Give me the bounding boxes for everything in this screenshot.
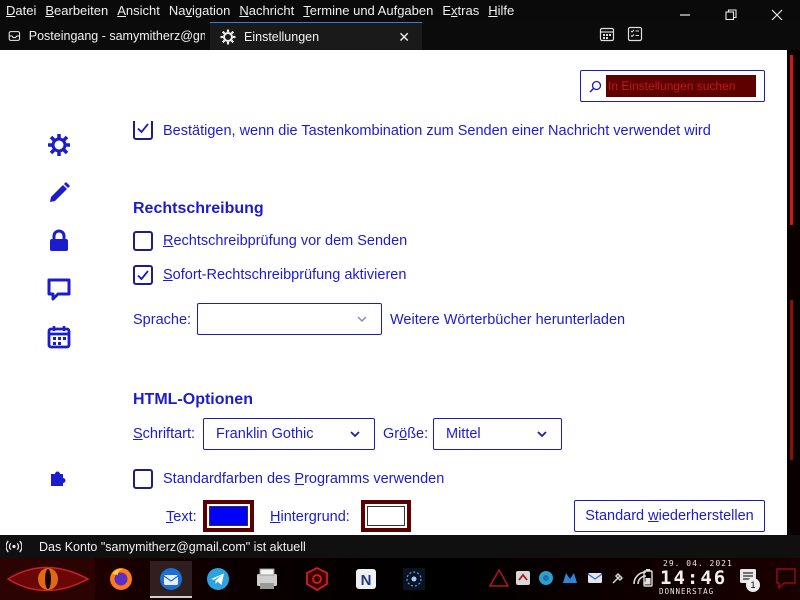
gear-icon[interactable]: [46, 132, 72, 158]
search-icon: [589, 80, 602, 93]
tab-settings[interactable]: Einstellungen ✕: [210, 22, 422, 50]
tab-close-button[interactable]: ✕: [398, 29, 410, 46]
menu-nachricht[interactable]: Nachricht: [233, 3, 297, 18]
broadcast-icon: [6, 540, 22, 553]
font-label: Schriftart:: [133, 426, 196, 442]
scrollbar-thumb[interactable]: [790, 55, 793, 225]
tab-bar: Posteingang - samymitherz@gmail.com Eins…: [0, 20, 800, 50]
text-color-picker[interactable]: [203, 500, 254, 532]
settings-search[interactable]: In Einstellungen suchen: [580, 70, 765, 102]
netbeans-icon[interactable]: N: [352, 565, 380, 593]
chat-icon[interactable]: [46, 276, 72, 302]
background-color-picker[interactable]: [361, 500, 411, 532]
tab-settings-label: Einstellungen: [244, 29, 320, 44]
spellcheck-before-send-label[interactable]: Rechtschreibprüfung vor dem Senden: [163, 233, 407, 249]
checkmark-icon: [137, 123, 149, 134]
checkmark-icon: [137, 270, 149, 281]
scrollbar[interactable]: [787, 50, 800, 535]
text-color-swatch: [209, 506, 248, 526]
menu-datei[interactable]: Datei: [0, 3, 39, 18]
pencil-icon[interactable]: [46, 180, 72, 206]
status-text: Das Konto "samymitherz@gmail.com" ist ak…: [39, 540, 306, 554]
background-color-label: Hintergrund:: [270, 509, 350, 525]
malwarebytes-icon[interactable]: [562, 570, 578, 586]
restore-defaults-button[interactable]: Standard wiederherstellen: [574, 500, 765, 532]
puzzle-icon[interactable]: [48, 468, 68, 488]
firefox-icon[interactable]: [107, 565, 135, 593]
inbox-icon: [8, 31, 21, 41]
edge-icon[interactable]: [538, 570, 554, 586]
battery-icon[interactable]: [642, 568, 654, 588]
chevron-down-icon: [350, 431, 360, 438]
language-select[interactable]: [197, 303, 382, 335]
scrollbar-track-accent: [790, 300, 793, 460]
size-select-value: Mittel: [446, 426, 481, 442]
instant-spellcheck-label[interactable]: Sofort-Rechtschreibprüfung aktivieren: [163, 267, 406, 283]
lock-icon[interactable]: [46, 228, 72, 254]
app-window: Datei Bearbeiten Ansicht Navigation Nach…: [0, 0, 800, 600]
section-heading-spelling: Rechtschreibung: [133, 200, 264, 217]
section-heading-html: HTML-Optionen: [133, 391, 253, 408]
warning-triangle-icon[interactable]: [489, 569, 509, 587]
calendar-icon[interactable]: [46, 324, 72, 350]
background-color-swatch: [367, 506, 405, 526]
scanner-icon[interactable]: [253, 565, 281, 593]
tab-inbox-label: Posteingang - samymitherz@gmail.com: [28, 29, 205, 43]
tab-inbox[interactable]: Posteingang - samymitherz@gmail.com: [0, 22, 205, 50]
chevron-down-icon: [537, 431, 547, 438]
notification-badge: 1: [746, 578, 760, 592]
menu-bearbeiten[interactable]: Bearbeiten: [39, 3, 111, 18]
vpn-shield-icon[interactable]: [303, 565, 331, 593]
menu-navigation[interactable]: Navigation: [163, 3, 233, 18]
text-color-label: Text:: [166, 509, 197, 525]
sync-icon[interactable]: [515, 570, 531, 586]
clock-weekday: DONNERSTAG: [659, 587, 715, 596]
telegram-icon[interactable]: [204, 565, 232, 593]
tasks-tab-icon[interactable]: [627, 26, 643, 42]
font-select[interactable]: Franklin Gothic: [203, 418, 375, 450]
status-bar: Das Konto "samymitherz@gmail.com" ist ak…: [0, 535, 800, 558]
more-dictionaries-link[interactable]: Weitere Wörterbücher herunterladen: [390, 312, 625, 328]
taskbar: N 29. 04. 2021 14:46 DONNERSTAG 1: [0, 558, 800, 600]
instant-spellcheck-checkbox[interactable]: [133, 265, 153, 285]
default-colors-label[interactable]: Standardfarben des Programms verwenden: [163, 471, 444, 487]
usb-icon[interactable]: [610, 570, 626, 586]
language-label: Sprache:: [133, 312, 192, 328]
confirm-send-shortcut-checkbox[interactable]: [133, 118, 153, 140]
calendar-tab-icon[interactable]: [599, 26, 615, 42]
menu-extras[interactable]: Extras: [436, 3, 482, 18]
mail-tray-icon[interactable]: [587, 570, 603, 586]
menu-ansicht[interactable]: Ansicht: [111, 3, 163, 18]
settings-content: In Einstellungen suchen Bestätigen, wenn…: [0, 50, 787, 535]
size-select[interactable]: Mittel: [433, 418, 562, 450]
svg-text:N: N: [361, 572, 372, 589]
confirm-send-shortcut-label: Bestätigen, wenn die Tastenkombination z…: [163, 123, 711, 139]
thunderbird-icon[interactable]: [157, 565, 185, 593]
default-colors-checkbox[interactable]: [133, 469, 153, 489]
font-select-value: Franklin Gothic: [216, 426, 314, 442]
gear-icon: [220, 29, 236, 44]
spellcheck-before-send-checkbox[interactable]: [133, 231, 153, 251]
clock-time[interactable]: 14:46: [660, 567, 727, 589]
search-input[interactable]: In Einstellungen suchen: [606, 75, 756, 97]
galaxy-icon[interactable]: [400, 565, 428, 593]
dragon-eye-icon[interactable]: [0, 558, 95, 600]
menu-termine[interactable]: Termine und Aufgaben: [297, 3, 436, 18]
size-label: Größe:: [383, 426, 429, 442]
action-center-icon[interactable]: [774, 566, 798, 592]
menu-hilfe[interactable]: Hilfe: [482, 3, 517, 18]
scroll-clip: [120, 112, 740, 121]
chevron-down-icon: [357, 316, 367, 323]
